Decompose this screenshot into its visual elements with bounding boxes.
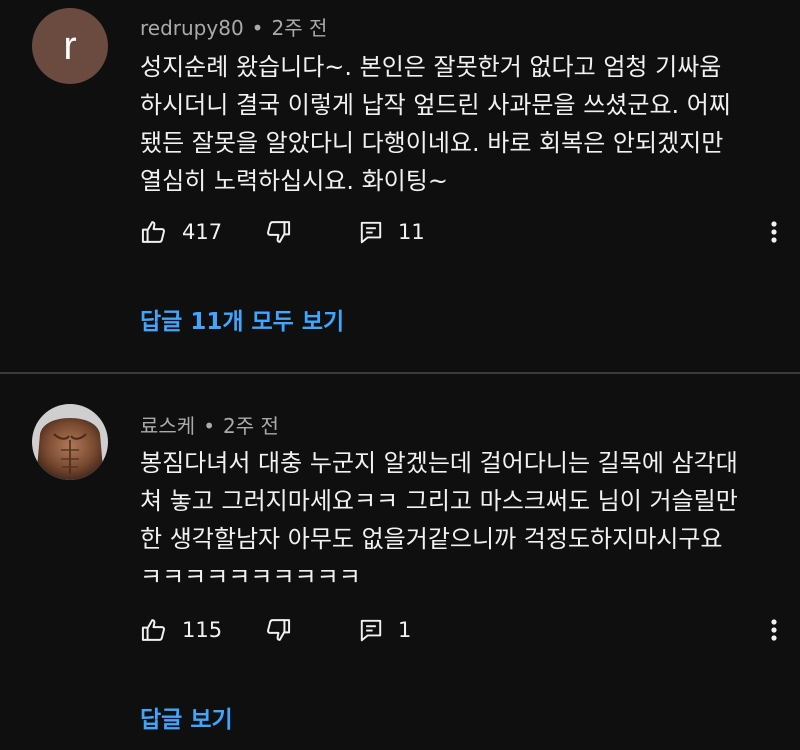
comment-icon	[358, 617, 384, 643]
more-actions-button[interactable]	[768, 614, 780, 646]
more-vertical-icon	[768, 221, 780, 252]
comment-meta: 료스케 • 2주 전	[140, 410, 279, 439]
comment-thread: r redrupy80 • 2주 전 성지순례 왔습니다~. 본인은 잘못한거 없다…	[0, 0, 800, 372]
author-name[interactable]: 료스케	[140, 414, 195, 438]
avatar[interactable]	[32, 404, 108, 480]
view-replies-button[interactable]: 답글 11개 모두 보기	[140, 302, 344, 336]
meta-separator: •	[251, 16, 264, 40]
like-button[interactable]: 417	[140, 216, 222, 248]
comment-thread: 료스케 • 2주 전 봉짐다녀서 대충 누군지 알겠는데 걸어다니는 길목에 삼각대…	[0, 374, 800, 750]
like-count: 115	[182, 618, 223, 642]
comment-actions: 417 11	[140, 216, 780, 248]
reply-button[interactable]: 11	[358, 216, 425, 248]
avatar[interactable]: r	[32, 8, 108, 84]
comment-icon	[358, 219, 384, 245]
dislike-button[interactable]	[264, 216, 292, 248]
avatar-letter: r	[63, 23, 77, 68]
author-name[interactable]: redrupy80	[140, 16, 244, 40]
reply-count: 11	[398, 220, 425, 244]
thumb-down-icon	[264, 616, 292, 644]
more-actions-button[interactable]	[768, 216, 780, 248]
avatar-photo	[32, 404, 108, 480]
thumb-down-icon	[264, 218, 292, 246]
dislike-button[interactable]	[264, 614, 292, 646]
comment-time[interactable]: 2주 전	[223, 414, 279, 438]
comment-text: 성지순례 왔습니다~. 본인은 잘못한거 없다고 엄청 기싸움 하시더니 결국 …	[140, 53, 731, 195]
comment-text: 봉짐다녀서 대충 누군지 알겠는데 걸어다니는 길목에 삼각대 쳐 놓고 그러지…	[140, 449, 738, 591]
comment-time[interactable]: 2주 전	[271, 16, 327, 40]
like-count: 417	[182, 220, 223, 244]
reply-button[interactable]: 1	[358, 614, 411, 646]
comment-meta: redrupy80 • 2주 전	[140, 12, 327, 41]
view-replies-button[interactable]: 답글 보기	[140, 700, 233, 734]
comment-actions: 115 1	[140, 614, 780, 646]
like-button[interactable]: 115	[140, 614, 222, 646]
thumb-up-icon	[140, 616, 168, 644]
reply-count: 1	[398, 618, 412, 642]
meta-separator: •	[203, 414, 215, 438]
thumb-up-icon	[140, 218, 168, 246]
more-vertical-icon	[768, 619, 780, 650]
